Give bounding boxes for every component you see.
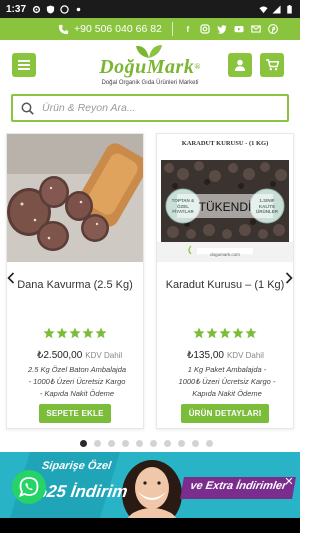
image-header-label: KARADUT KURUSU - (1 KG): [181, 140, 269, 147]
image-site-label: dogumark.com: [210, 252, 240, 257]
pager-dot[interactable]: [136, 440, 143, 447]
meat-slices-image: [7, 134, 143, 262]
phone-icon: [58, 24, 69, 34]
add-to-cart-button[interactable]: SEPETE EKLE: [39, 404, 111, 423]
banner-line3: ve Extra İndirimler: [180, 477, 296, 499]
whatsapp-button[interactable]: [12, 470, 46, 504]
star-icon: [95, 327, 107, 339]
twitter-icon[interactable]: [217, 24, 227, 34]
star-icon: [245, 327, 257, 339]
product-price: ₺2.500,00 KDV Dahil: [37, 350, 123, 361]
whatsapp-icon: [18, 477, 39, 498]
app-screen: 1:37 +90 506 040 66 82 f DoğuMark® Doğal…: [0, 0, 300, 533]
product-title[interactable]: Dana Kavurma (2.5 Kg): [7, 279, 143, 291]
cart-button[interactable]: [260, 53, 284, 77]
pinterest-icon[interactable]: [267, 24, 278, 34]
star-icon: [56, 327, 68, 339]
product-description: 2.5 Kg Özel Baton Ambalajda - 1000₺ Üzer…: [27, 365, 127, 398]
star-icon: [232, 327, 244, 339]
site-logo[interactable]: DoğuMark® Doğal Organik Gıda Ürünleri Ma…: [88, 44, 212, 90]
email-icon[interactable]: [251, 24, 261, 34]
pager-dot[interactable]: [80, 440, 87, 447]
circle-icon: [60, 4, 69, 14]
status-bar: 1:37: [0, 0, 300, 18]
close-icon[interactable]: ✕: [283, 476, 295, 488]
pager-dot[interactable]: [192, 440, 199, 447]
product-image[interactable]: [7, 134, 143, 262]
dot-icon: [76, 7, 81, 11]
search-bar[interactable]: Ürün & Reyon Ara...: [11, 94, 289, 122]
carousel-next-icon[interactable]: [285, 272, 293, 284]
carousel-prev-icon[interactable]: [7, 272, 15, 284]
rating-stars: [7, 327, 143, 339]
rating-stars: [157, 327, 293, 339]
strip-divider: [171, 22, 173, 36]
star-icon: [43, 327, 55, 339]
shield-icon: [46, 4, 55, 14]
product-details-button[interactable]: ÜRÜN DETAYLARI: [181, 404, 269, 423]
pager-dot[interactable]: [206, 440, 213, 447]
search-icon: [21, 102, 34, 115]
star-icon: [82, 327, 94, 339]
banner-line1: Siparişe Özel: [41, 460, 112, 472]
logo-tagline: Doğal Organik Gıda Ürünleri Marketi: [101, 80, 199, 86]
account-button[interactable]: [228, 53, 252, 77]
star-icon: [206, 327, 218, 339]
pager-dot[interactable]: [178, 440, 185, 447]
system-nav-bar: [0, 518, 300, 533]
facebook-icon[interactable]: f: [183, 24, 193, 34]
logo-wordmark: DoğuMark®: [99, 56, 201, 78]
pager-dot[interactable]: [150, 440, 157, 447]
site-header: DoğuMark® Doğal Organik Gıda Ürünleri Ma…: [0, 40, 300, 92]
gear-icon: [32, 5, 41, 13]
product-title[interactable]: Karadut Kurusu – (1 Kg): [157, 279, 293, 291]
instagram-icon[interactable]: [200, 24, 210, 34]
carousel-pager: [80, 440, 213, 447]
star-icon: [193, 327, 205, 339]
star-icon: [219, 327, 231, 339]
social-links: f: [183, 24, 278, 34]
user-icon: [234, 59, 246, 71]
product-card[interactable]: KARADUT KURUSU - (1 KG) TOPTAN & ÖZEL Fİ…: [156, 133, 294, 429]
pager-dot[interactable]: [94, 440, 101, 447]
product-card[interactable]: Dana Kavurma (2.5 Kg) ₺2.500,00 KDV Dahil…: [6, 133, 144, 429]
menu-button[interactable]: [12, 53, 36, 77]
phone-contact[interactable]: +90 506 040 66 82: [58, 23, 162, 35]
phone-number: +90 506 040 66 82: [74, 23, 162, 35]
youtube-icon[interactable]: [234, 24, 244, 34]
hamburger-icon: [18, 60, 30, 70]
cart-icon: [265, 59, 279, 71]
product-price: ₺135,00 KDV Dahil: [187, 350, 264, 361]
product-description: 1 Kg Paket Ambalajda - 1000₺ Üzeri Ücret…: [178, 365, 276, 398]
signal-icon: [272, 4, 281, 14]
pager-dot[interactable]: [164, 440, 171, 447]
contact-strip: +90 506 040 66 82 f: [0, 18, 300, 40]
battery-icon: [287, 4, 292, 14]
sold-out-label: TÜKENDİ: [198, 200, 252, 214]
pager-dot[interactable]: [122, 440, 129, 447]
pager-dot[interactable]: [108, 440, 115, 447]
wifi-icon: [259, 5, 268, 13]
search-placeholder: Ürün & Reyon Ara...: [42, 102, 136, 114]
star-icon: [69, 327, 81, 339]
status-time: 1:37: [6, 3, 27, 15]
